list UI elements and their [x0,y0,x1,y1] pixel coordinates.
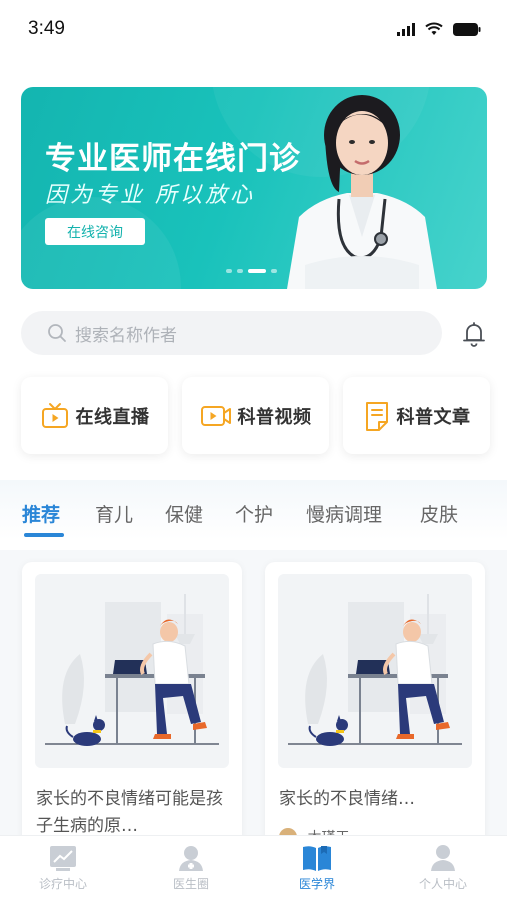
chart-icon [50,846,76,871]
cellular-signal-icon [397,22,415,36]
article-title: 家长的不良情绪可能是孩子生病的原… [36,789,223,836]
article-feed: 家长的不良情绪可能是孩子生病的原… 家长的不良情绪… [0,550,507,852]
promo-banner[interactable]: 专业医师在线门诊 因为专业 所以放心 在线咨询 [21,87,487,289]
quick-link-live[interactable]: 在线直播 [21,377,168,454]
category-tabs: 推荐 育儿 保健 个护 慢病调理 皮肤 [0,480,507,540]
nav-label: 医生圈 [172,877,209,891]
article-title: 家长的不良情绪… [279,789,415,809]
tab-health-care[interactable]: 保健 [165,500,203,527]
banner-dot[interactable] [271,269,277,273]
quick-link-label: 在线直播 [75,406,150,428]
search-input[interactable]: 搜索名称作者 [21,311,442,355]
search-icon [48,324,66,342]
nav-label: 诊疗中心 [38,877,87,891]
notification-bell-icon[interactable] [460,320,488,348]
quick-links: 在线直播 科普视频 科普文章 [21,377,490,454]
tab-personal-care[interactable]: 个护 [235,500,273,527]
doctor-photo [287,95,437,289]
banner-subtitle: 因为专业 所以放心 [45,183,255,208]
wifi-icon [425,22,443,35]
tab-parenting[interactable]: 育儿 [95,500,133,527]
search-placeholder: 搜索名称作者 [75,325,177,346]
banner-title: 专业医师在线门诊 [45,141,301,177]
video-play-icon [200,405,231,426]
quick-link-article[interactable]: 科普文章 [343,377,490,454]
banner-pagination [226,269,277,273]
article-card[interactable]: 家长的不良情绪可能是孩子生病的原… [22,562,242,852]
quick-link-video[interactable]: 科普视频 [182,377,329,454]
tab-recommend[interactable]: 推荐 [22,500,60,527]
doctor-icon [179,846,203,871]
nav-label: 个人中心 [418,877,467,891]
banner-dot[interactable] [226,269,232,273]
consult-online-button[interactable]: 在线咨询 [45,218,145,245]
active-tab-indicator [24,533,64,537]
nav-item-doctor-circle[interactable]: 医生圈 [146,844,236,896]
quick-link-label: 科普视频 [237,406,312,428]
tab-chronic-disease[interactable]: 慢病调理 [306,500,382,527]
status-icons [397,22,481,36]
battery-icon [453,22,481,36]
banner-dot[interactable] [237,269,243,273]
tv-live-icon [41,402,68,428]
article-illustration [288,594,462,746]
bottom-nav: 诊疗中心 医生圈 医学界 个人中心 [0,835,507,900]
nav-item-profile[interactable]: 个人中心 [398,844,488,896]
article-card[interactable]: 家长的不良情绪… 木瑾王 [265,562,485,852]
article-icon [365,401,388,431]
book-icon [303,846,331,871]
status-time: 3:49 [28,18,65,39]
status-bar: 3:49 [0,0,507,62]
user-icon [431,845,455,871]
nav-item-medical-world[interactable]: 医学界 [272,844,362,896]
tab-skin[interactable]: 皮肤 [420,500,458,527]
quick-link-label: 科普文章 [396,406,471,428]
article-thumbnail [35,574,229,768]
article-thumbnail [278,574,472,768]
nav-item-clinic-center[interactable]: 诊疗中心 [18,844,108,896]
banner-dot-active[interactable] [248,269,266,273]
nav-label: 医学界 [298,877,335,891]
article-illustration [45,594,219,746]
